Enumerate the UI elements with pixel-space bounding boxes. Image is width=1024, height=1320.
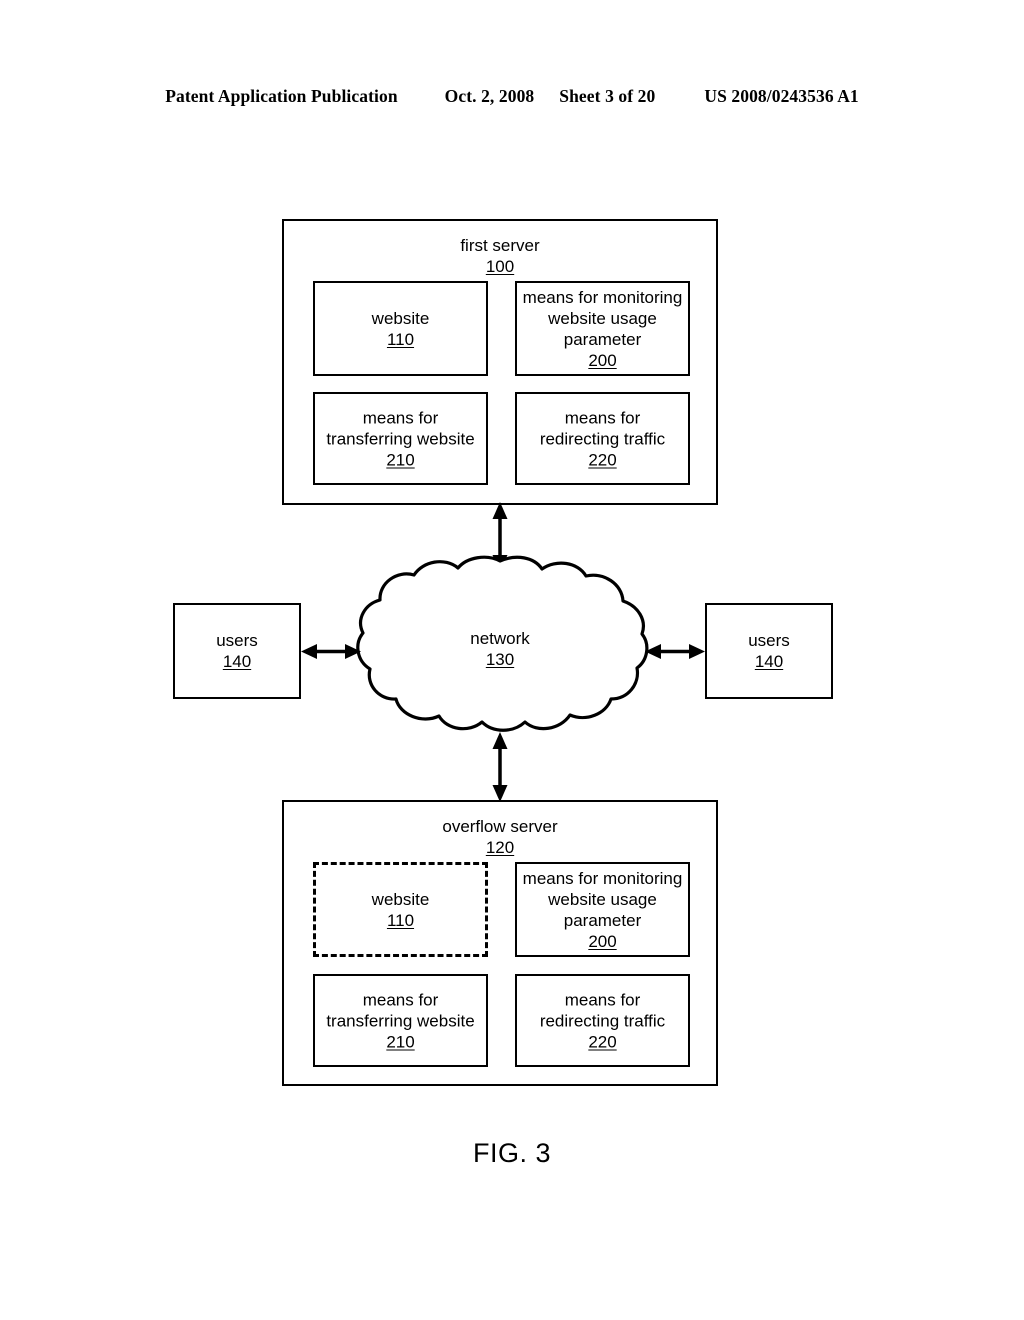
users-left-label: users: [216, 631, 258, 650]
overflow-server-redirecting-text: means for redirecting traffic 220: [517, 989, 688, 1052]
users-right-ref: 140: [754, 652, 784, 671]
first-server-monitoring-box: means for monitoring website usage param…: [515, 281, 690, 376]
transferring-line1: means for: [362, 408, 439, 427]
overflow-server-monitoring-text: means for monitoring website usage param…: [517, 868, 688, 952]
overflow-server-website-box: website 110: [313, 862, 488, 957]
overflow-server-monitoring-box: means for monitoring website usage param…: [515, 862, 690, 957]
first-server-redirecting-box: means for redirecting traffic 220: [515, 392, 690, 485]
arrow-users-right-network: [645, 644, 705, 659]
overflow-server-transferring-text: means for transferring website 210: [315, 989, 486, 1052]
arrow-users-left-network: [301, 644, 361, 659]
users-left-box: users 140: [173, 603, 301, 699]
overflow-website-ref: 110: [386, 910, 415, 930]
overflow-redirecting-line1: means for: [564, 990, 641, 1009]
first-server-transferring-box: means for transferring website 210: [313, 392, 488, 485]
network-label-group: network 130: [348, 628, 652, 670]
overflow-website-label: website: [371, 889, 430, 909]
overflow-server-transferring-box: means for transferring website 210: [313, 974, 488, 1067]
overflow-monitoring-line1: means for monitoring: [522, 868, 683, 888]
users-right-label: users: [748, 631, 790, 650]
first-server-redirecting-text: means for redirecting traffic 220: [517, 407, 688, 470]
monitoring-line1: means for monitoring: [522, 287, 683, 307]
redirecting-line1: means for: [564, 408, 641, 427]
website-ref: 110: [386, 329, 415, 349]
monitoring-line3: parameter: [563, 329, 642, 349]
overflow-server-redirecting-box: means for redirecting traffic 220: [515, 974, 690, 1067]
monitoring-ref: 200: [588, 350, 617, 370]
users-left-text: users 140: [175, 630, 299, 672]
redirecting-ref: 220: [588, 450, 617, 469]
arrow-network-overflow-server: [492, 732, 508, 802]
users-right-text: users 140: [707, 630, 831, 672]
first-server-transferring-text: means for transferring website 210: [315, 407, 486, 470]
overflow-transferring-line2: transferring website: [326, 1011, 475, 1030]
overflow-server-title-label: overflow server: [442, 817, 558, 836]
website-label: website: [371, 308, 430, 328]
overflow-server-website-text: website 110: [316, 889, 485, 931]
overflow-monitoring-ref: 200: [588, 931, 617, 951]
monitoring-line2: website usage: [548, 308, 657, 328]
network-cloud: network 130: [348, 552, 652, 738]
overflow-server-title: overflow server 120: [284, 816, 716, 858]
first-server-website-text: website 110: [315, 308, 486, 350]
first-server-title-label: first server: [460, 236, 540, 255]
first-server-ref: 100: [485, 257, 515, 276]
users-left-ref: 140: [222, 652, 252, 671]
redirecting-line2: redirecting traffic: [539, 429, 666, 448]
overflow-monitoring-line3: parameter: [563, 910, 642, 930]
first-server-monitoring-text: means for monitoring website usage param…: [517, 287, 688, 371]
overflow-monitoring-line2: website usage: [548, 889, 657, 909]
first-server-website-box: website 110: [313, 281, 488, 376]
overflow-redirecting-line2: redirecting traffic: [539, 1011, 666, 1030]
figure-3-diagram: first server 100 website 110 means for m…: [0, 0, 1024, 1320]
figure-caption: FIG. 3: [472, 1138, 551, 1168]
overflow-redirecting-ref: 220: [588, 1032, 617, 1051]
overflow-transferring-line1: means for: [362, 990, 439, 1009]
transferring-ref: 210: [386, 450, 415, 469]
users-right-box: users 140: [705, 603, 833, 699]
overflow-server-ref: 120: [485, 838, 515, 857]
network-ref: 130: [485, 650, 515, 669]
overflow-transferring-ref: 210: [386, 1032, 415, 1051]
transferring-line2: transferring website: [326, 429, 475, 448]
first-server-title: first server 100: [284, 235, 716, 277]
network-label: network: [470, 629, 530, 648]
